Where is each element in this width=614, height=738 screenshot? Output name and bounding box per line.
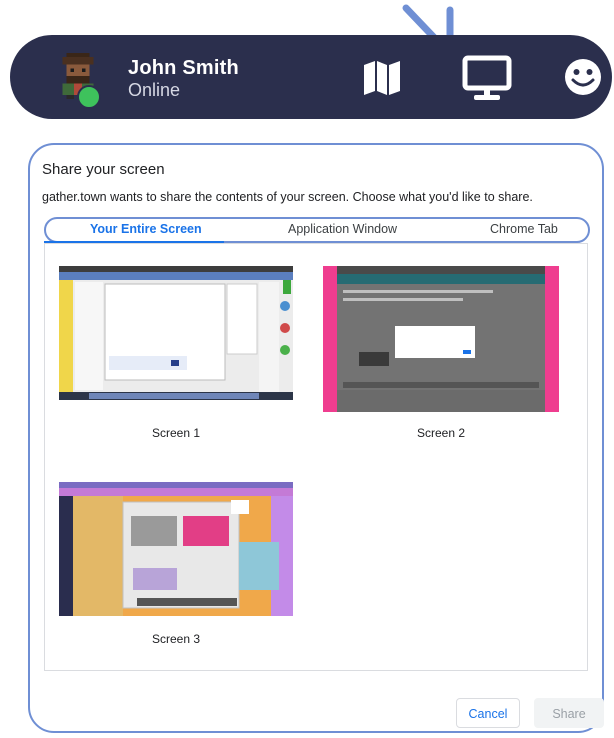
screen-3-label: Screen 3 (151, 632, 201, 646)
screen-1-thumbnail (59, 266, 293, 400)
share-tabs: Your Entire Screen Application Window Ch… (44, 217, 590, 243)
user-name: John Smith (128, 57, 239, 79)
map-icon[interactable] (362, 57, 402, 97)
screen-list-panel: Screen 1 Screen 2 Screen 3 (44, 243, 588, 671)
share-screen-dialog: Share your screen gather.town wants to s… (28, 143, 604, 733)
screen-3-thumbnail (59, 482, 293, 616)
screen-2-thumbnail (323, 266, 559, 412)
online-status-dot (77, 85, 101, 109)
screen-share-icon[interactable] (460, 53, 514, 103)
profile-bar: John Smith Online (10, 35, 612, 119)
cancel-button[interactable]: Cancel (456, 698, 520, 728)
user-status: Online (128, 80, 181, 100)
screen-option-2[interactable]: Screen 2 (323, 266, 559, 452)
dialog-title: Share your screen (42, 161, 165, 178)
screen-option-1[interactable]: Screen 1 (59, 266, 293, 452)
tab-chrome-tab[interactable]: Chrome Tab (490, 222, 558, 236)
smile-icon[interactable] (563, 57, 603, 97)
screen-2-label: Screen 2 (416, 426, 466, 440)
page: John Smith Online Share your screen gath… (0, 0, 614, 738)
share-button[interactable]: Share (534, 698, 604, 728)
screen-option-3[interactable]: Screen 3 (59, 482, 293, 648)
tab-application-window[interactable]: Application Window (288, 222, 397, 236)
dialog-description: gather.town wants to share the contents … (42, 190, 533, 204)
tab-entire-screen[interactable]: Your Entire Screen (90, 222, 202, 236)
screen-1-label: Screen 1 (151, 426, 201, 440)
